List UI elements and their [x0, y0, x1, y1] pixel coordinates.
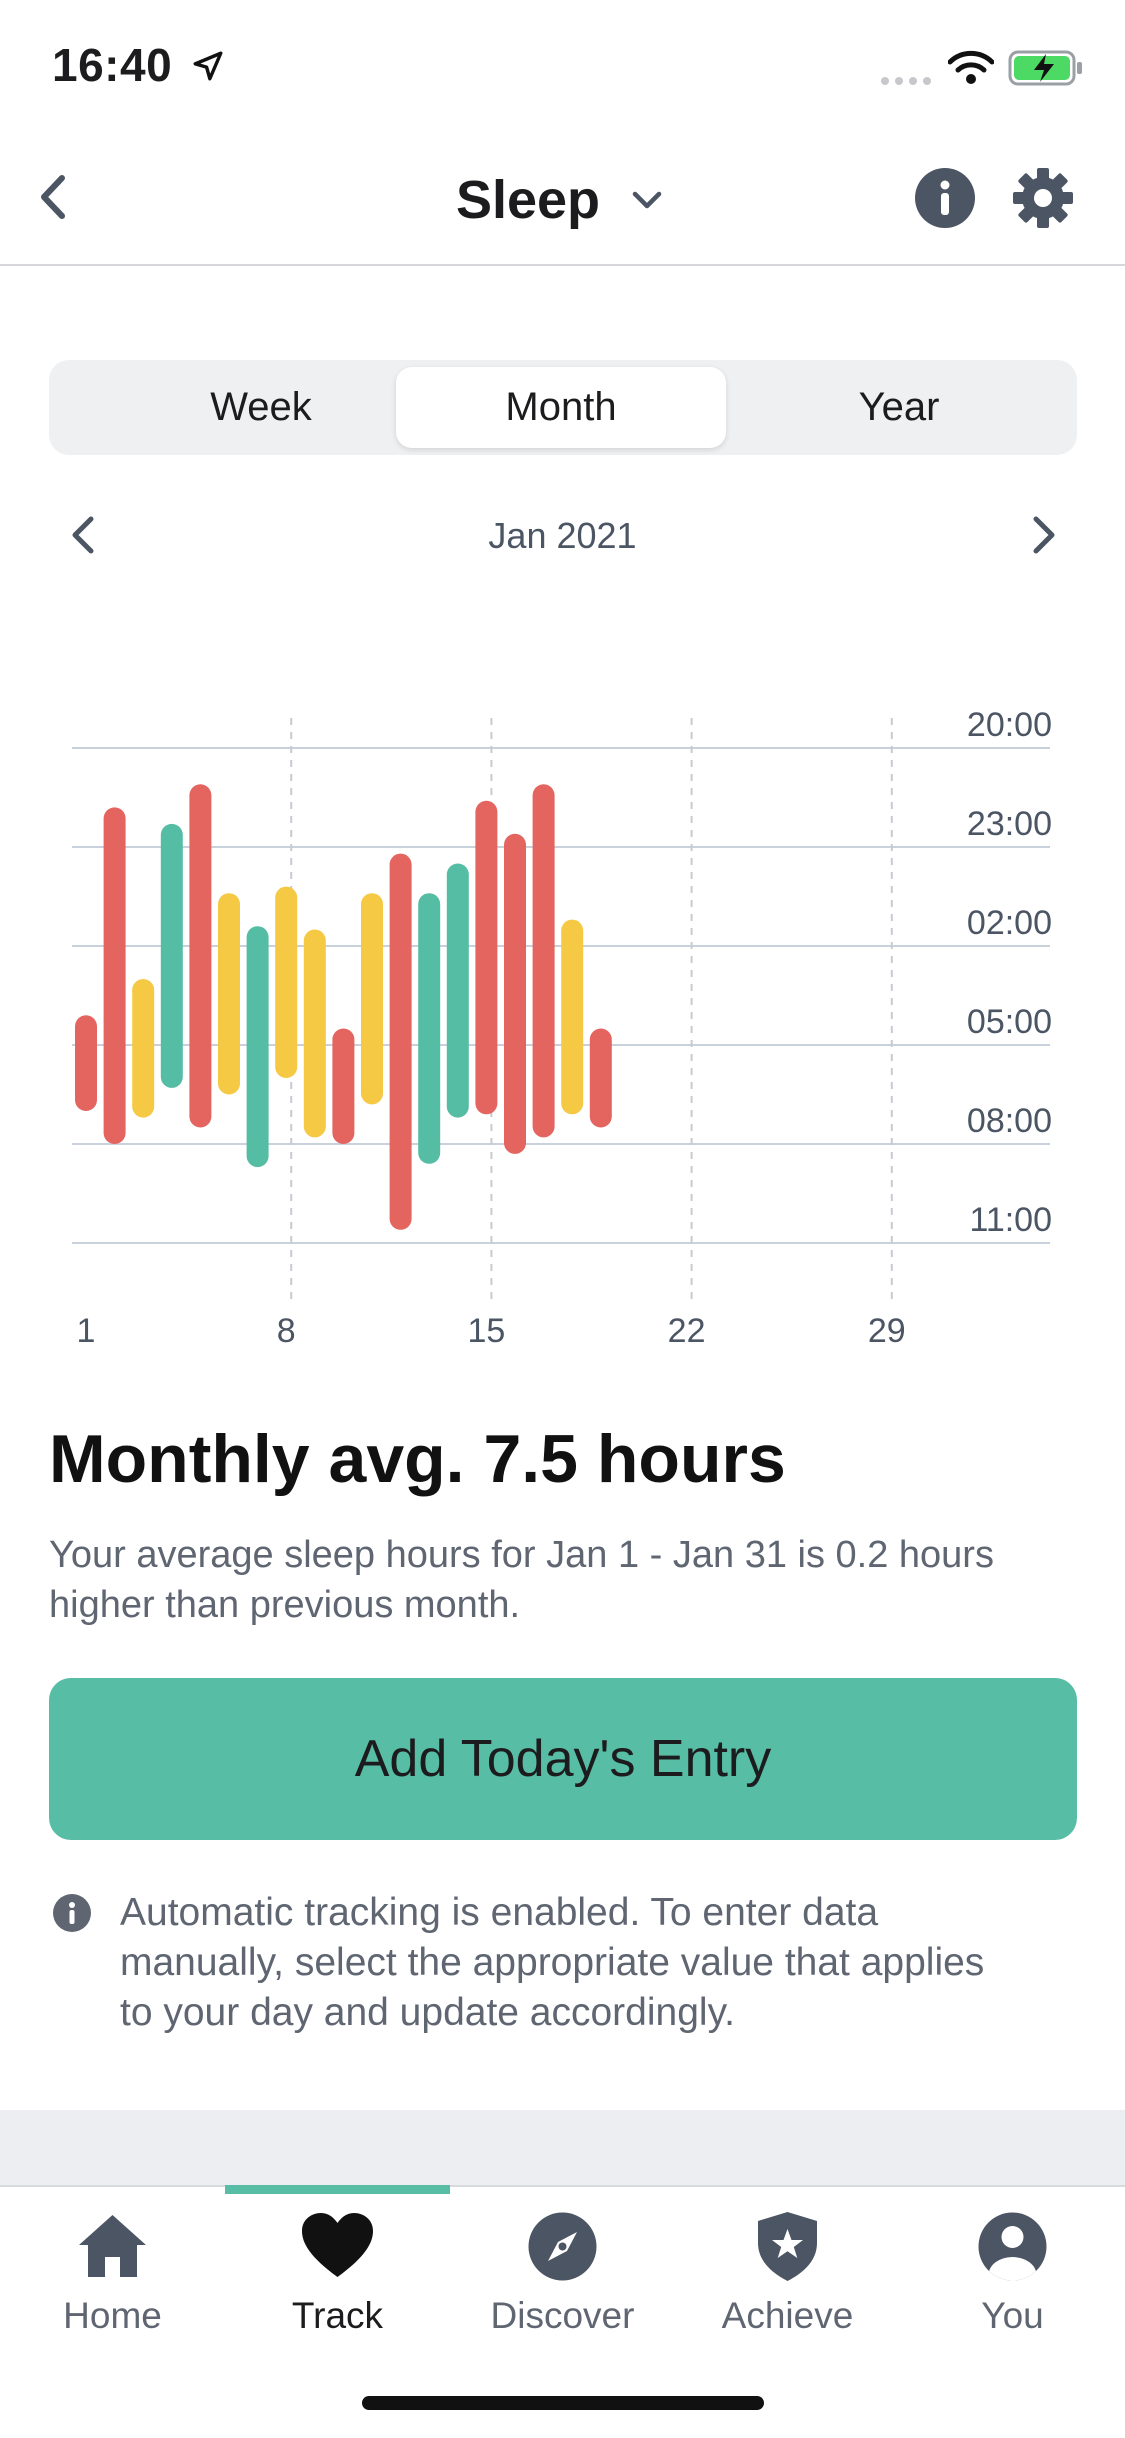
sleep-bar — [475, 800, 498, 1115]
x-tick-label: 15 — [467, 1312, 505, 1350]
chevron-down-icon — [632, 191, 662, 208]
sleep-bar — [218, 893, 240, 1095]
home-icon — [79, 2215, 146, 2277]
tab-discover-label: Discover — [490, 2295, 635, 2336]
sleep-bar — [75, 1015, 97, 1111]
status-time: 16:40 — [52, 38, 225, 92]
sleep-bar — [589, 1028, 612, 1128]
period-segmented-control: Week Month Year — [49, 360, 1077, 455]
home-indicator — [362, 2396, 764, 2410]
monthly-average-description: Your average sleep hours for Jan 1 - Jan… — [49, 1534, 994, 1626]
sleep-bar — [332, 1028, 355, 1144]
active-tab-indicator — [225, 2185, 450, 2194]
person-icon — [978, 2212, 1047, 2281]
battery-charging-icon — [1008, 50, 1084, 91]
compass-icon — [528, 2212, 597, 2281]
tab-home[interactable]: Home — [0, 2187, 225, 2367]
info-icon — [915, 168, 975, 228]
sleep-bar — [561, 919, 584, 1115]
sleep-bar — [103, 807, 126, 1144]
next-period-button[interactable] — [1012, 505, 1072, 565]
tab-track[interactable]: Track — [225, 2187, 450, 2367]
x-tick-label: 8 — [277, 1312, 296, 1350]
gear-icon — [1013, 168, 1073, 228]
tab-track-label: Track — [291, 2295, 384, 2336]
monthly-average-title: Monthly avg. 7.5 hours — [49, 1421, 786, 1497]
sleep-bar — [275, 886, 298, 1078]
segment-week[interactable]: Week — [96, 367, 426, 448]
y-tick-label: 08:00 — [967, 1102, 1052, 1140]
tab-achieve-label: Achieve — [721, 2295, 854, 2336]
period-label: Jan 2021 — [488, 515, 637, 556]
sleep-bar — [418, 893, 441, 1164]
sleep-bar — [132, 979, 155, 1118]
heart-icon — [302, 2213, 373, 2277]
section-separator — [0, 2110, 1125, 2185]
tab-you-label: You — [981, 2295, 1044, 2336]
x-tick-label: 29 — [868, 1312, 906, 1350]
tab-achieve[interactable]: Achieve — [675, 2187, 900, 2367]
info-note-icon — [52, 1893, 92, 1938]
tab-home-label: Home — [63, 2295, 162, 2336]
shield-star-icon — [758, 2212, 817, 2281]
info-button[interactable] — [914, 167, 976, 229]
sleep-chart: 20:00 23:00 02:00 05:00 08:00 11:00 1 8 15 22 29 — [72, 706, 1052, 1350]
y-tick-label: 20:00 — [967, 706, 1052, 744]
chevron-right-icon — [1033, 516, 1055, 554]
y-tick-label: 05:00 — [967, 1003, 1052, 1041]
sleep-bar — [389, 853, 412, 1230]
location-arrow-icon — [193, 51, 223, 81]
settings-button[interactable] — [1012, 167, 1074, 229]
y-tick-label: 23:00 — [967, 805, 1052, 843]
sleep-bar — [160, 823, 183, 1088]
x-tick-label: 22 — [668, 1312, 706, 1350]
y-tick-label: 02:00 — [967, 904, 1052, 942]
tab-you[interactable]: You — [900, 2187, 1125, 2367]
sleep-bar — [532, 784, 555, 1138]
sleep-bar — [189, 784, 212, 1128]
tab-discover[interactable]: Discover — [450, 2187, 675, 2367]
cellular-signal-icon — [880, 74, 936, 92]
sleep-bar — [246, 926, 269, 1168]
sleep-bar — [504, 833, 526, 1154]
sleep-bar — [303, 929, 326, 1138]
page-title-text: Sleep — [455, 169, 601, 230]
segment-year[interactable]: Year — [734, 367, 1064, 448]
wifi-icon — [947, 50, 995, 89]
y-tick-label: 11:00 — [969, 1201, 1052, 1239]
header-divider — [0, 264, 1125, 266]
sleep-bar — [361, 893, 383, 1105]
segment-month[interactable]: Month — [396, 367, 726, 448]
status-time-text: 16:40 — [52, 39, 173, 91]
info-note-text: Automatic tracking is enabled. To enter … — [120, 1891, 985, 2034]
sleep-bar — [446, 863, 469, 1118]
x-tick-label: 1 — [77, 1312, 96, 1350]
add-entry-button[interactable]: Add Today's Entry — [49, 1678, 1077, 1840]
